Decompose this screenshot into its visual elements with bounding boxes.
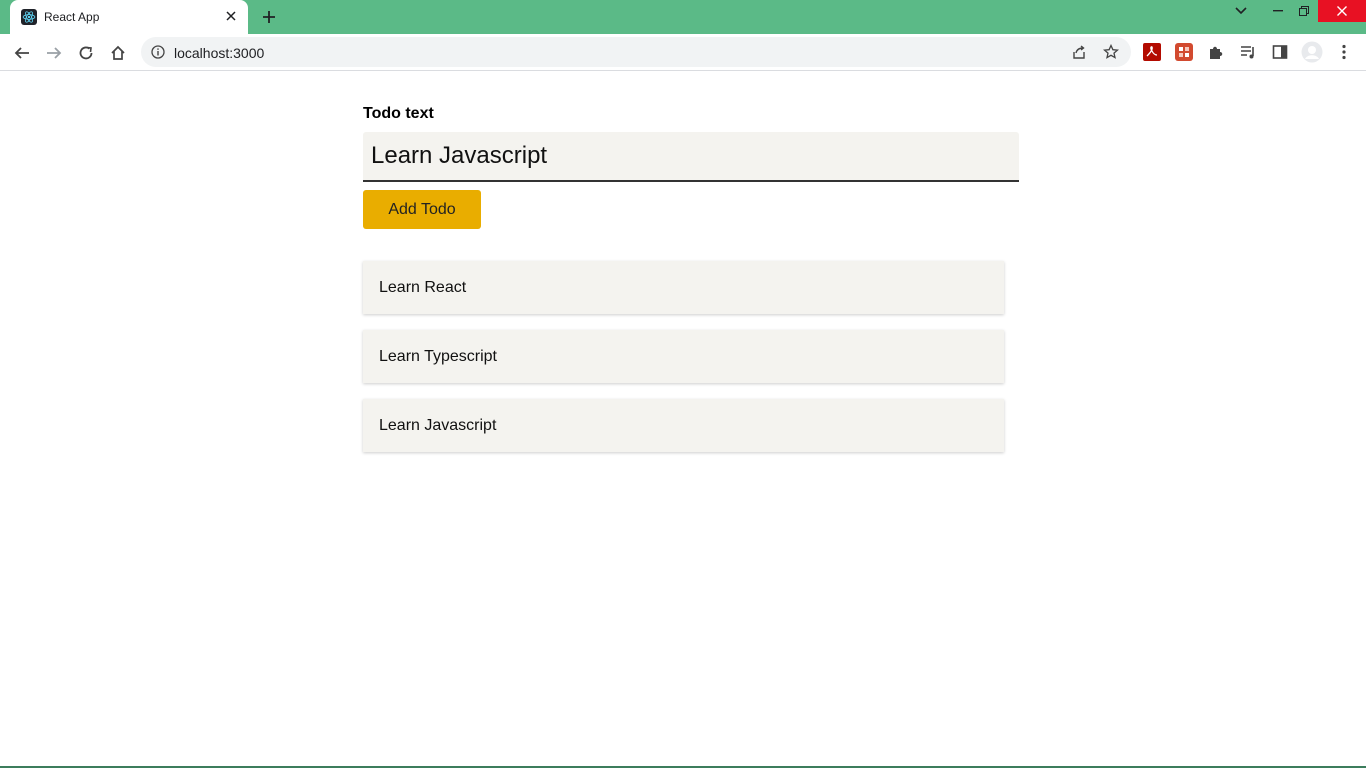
bookmark-star-icon[interactable] [1101, 42, 1121, 62]
address-bar[interactable]: localhost:3000 [141, 37, 1131, 67]
acrobat-pdf-icon[interactable] [1142, 42, 1162, 62]
tab-title: React App [44, 10, 100, 24]
reload-icon[interactable] [73, 40, 99, 66]
more-menu-icon[interactable] [1334, 42, 1354, 62]
add-todo-button[interactable]: Add Todo [363, 190, 481, 229]
profile-avatar-icon[interactable] [1300, 40, 1324, 64]
todo-text-input[interactable] [363, 132, 1019, 182]
close-window-icon[interactable] [1318, 0, 1366, 22]
tab-search-chevron-icon[interactable] [1230, 0, 1252, 22]
side-panel-icon[interactable] [1270, 42, 1290, 62]
react-logo-icon [21, 9, 37, 25]
url-text: localhost:3000 [174, 45, 265, 61]
browser-tab-bar: React App [0, 0, 1366, 34]
browser-toolbar: localhost:3000 [0, 34, 1366, 71]
home-icon[interactable] [105, 40, 131, 66]
share-icon[interactable] [1069, 42, 1089, 62]
back-arrow-icon[interactable] [9, 40, 35, 66]
todo-item[interactable]: Learn Typescript [363, 330, 1004, 383]
todo-item[interactable]: Learn Javascript [363, 399, 1004, 452]
extensions-puzzle-icon[interactable] [1206, 42, 1226, 62]
restore-window-icon[interactable] [1292, 0, 1316, 22]
tab-close-icon[interactable] [222, 7, 240, 25]
site-info-icon[interactable] [150, 44, 166, 60]
extension-app-icon[interactable] [1174, 42, 1194, 62]
new-tab-plus-icon[interactable] [258, 6, 280, 28]
browser-tab[interactable]: React App [10, 0, 248, 34]
todo-item[interactable]: Learn React [363, 261, 1004, 314]
media-queue-icon[interactable] [1238, 42, 1258, 62]
minimize-icon[interactable] [1266, 0, 1290, 22]
todo-list: Learn React Learn Typescript Learn Javas… [363, 261, 1004, 468]
page-content: Todo text Add Todo Learn React Learn Typ… [0, 71, 1366, 768]
todo-text-label: Todo text [363, 105, 434, 122]
forward-arrow-icon[interactable] [41, 40, 67, 66]
